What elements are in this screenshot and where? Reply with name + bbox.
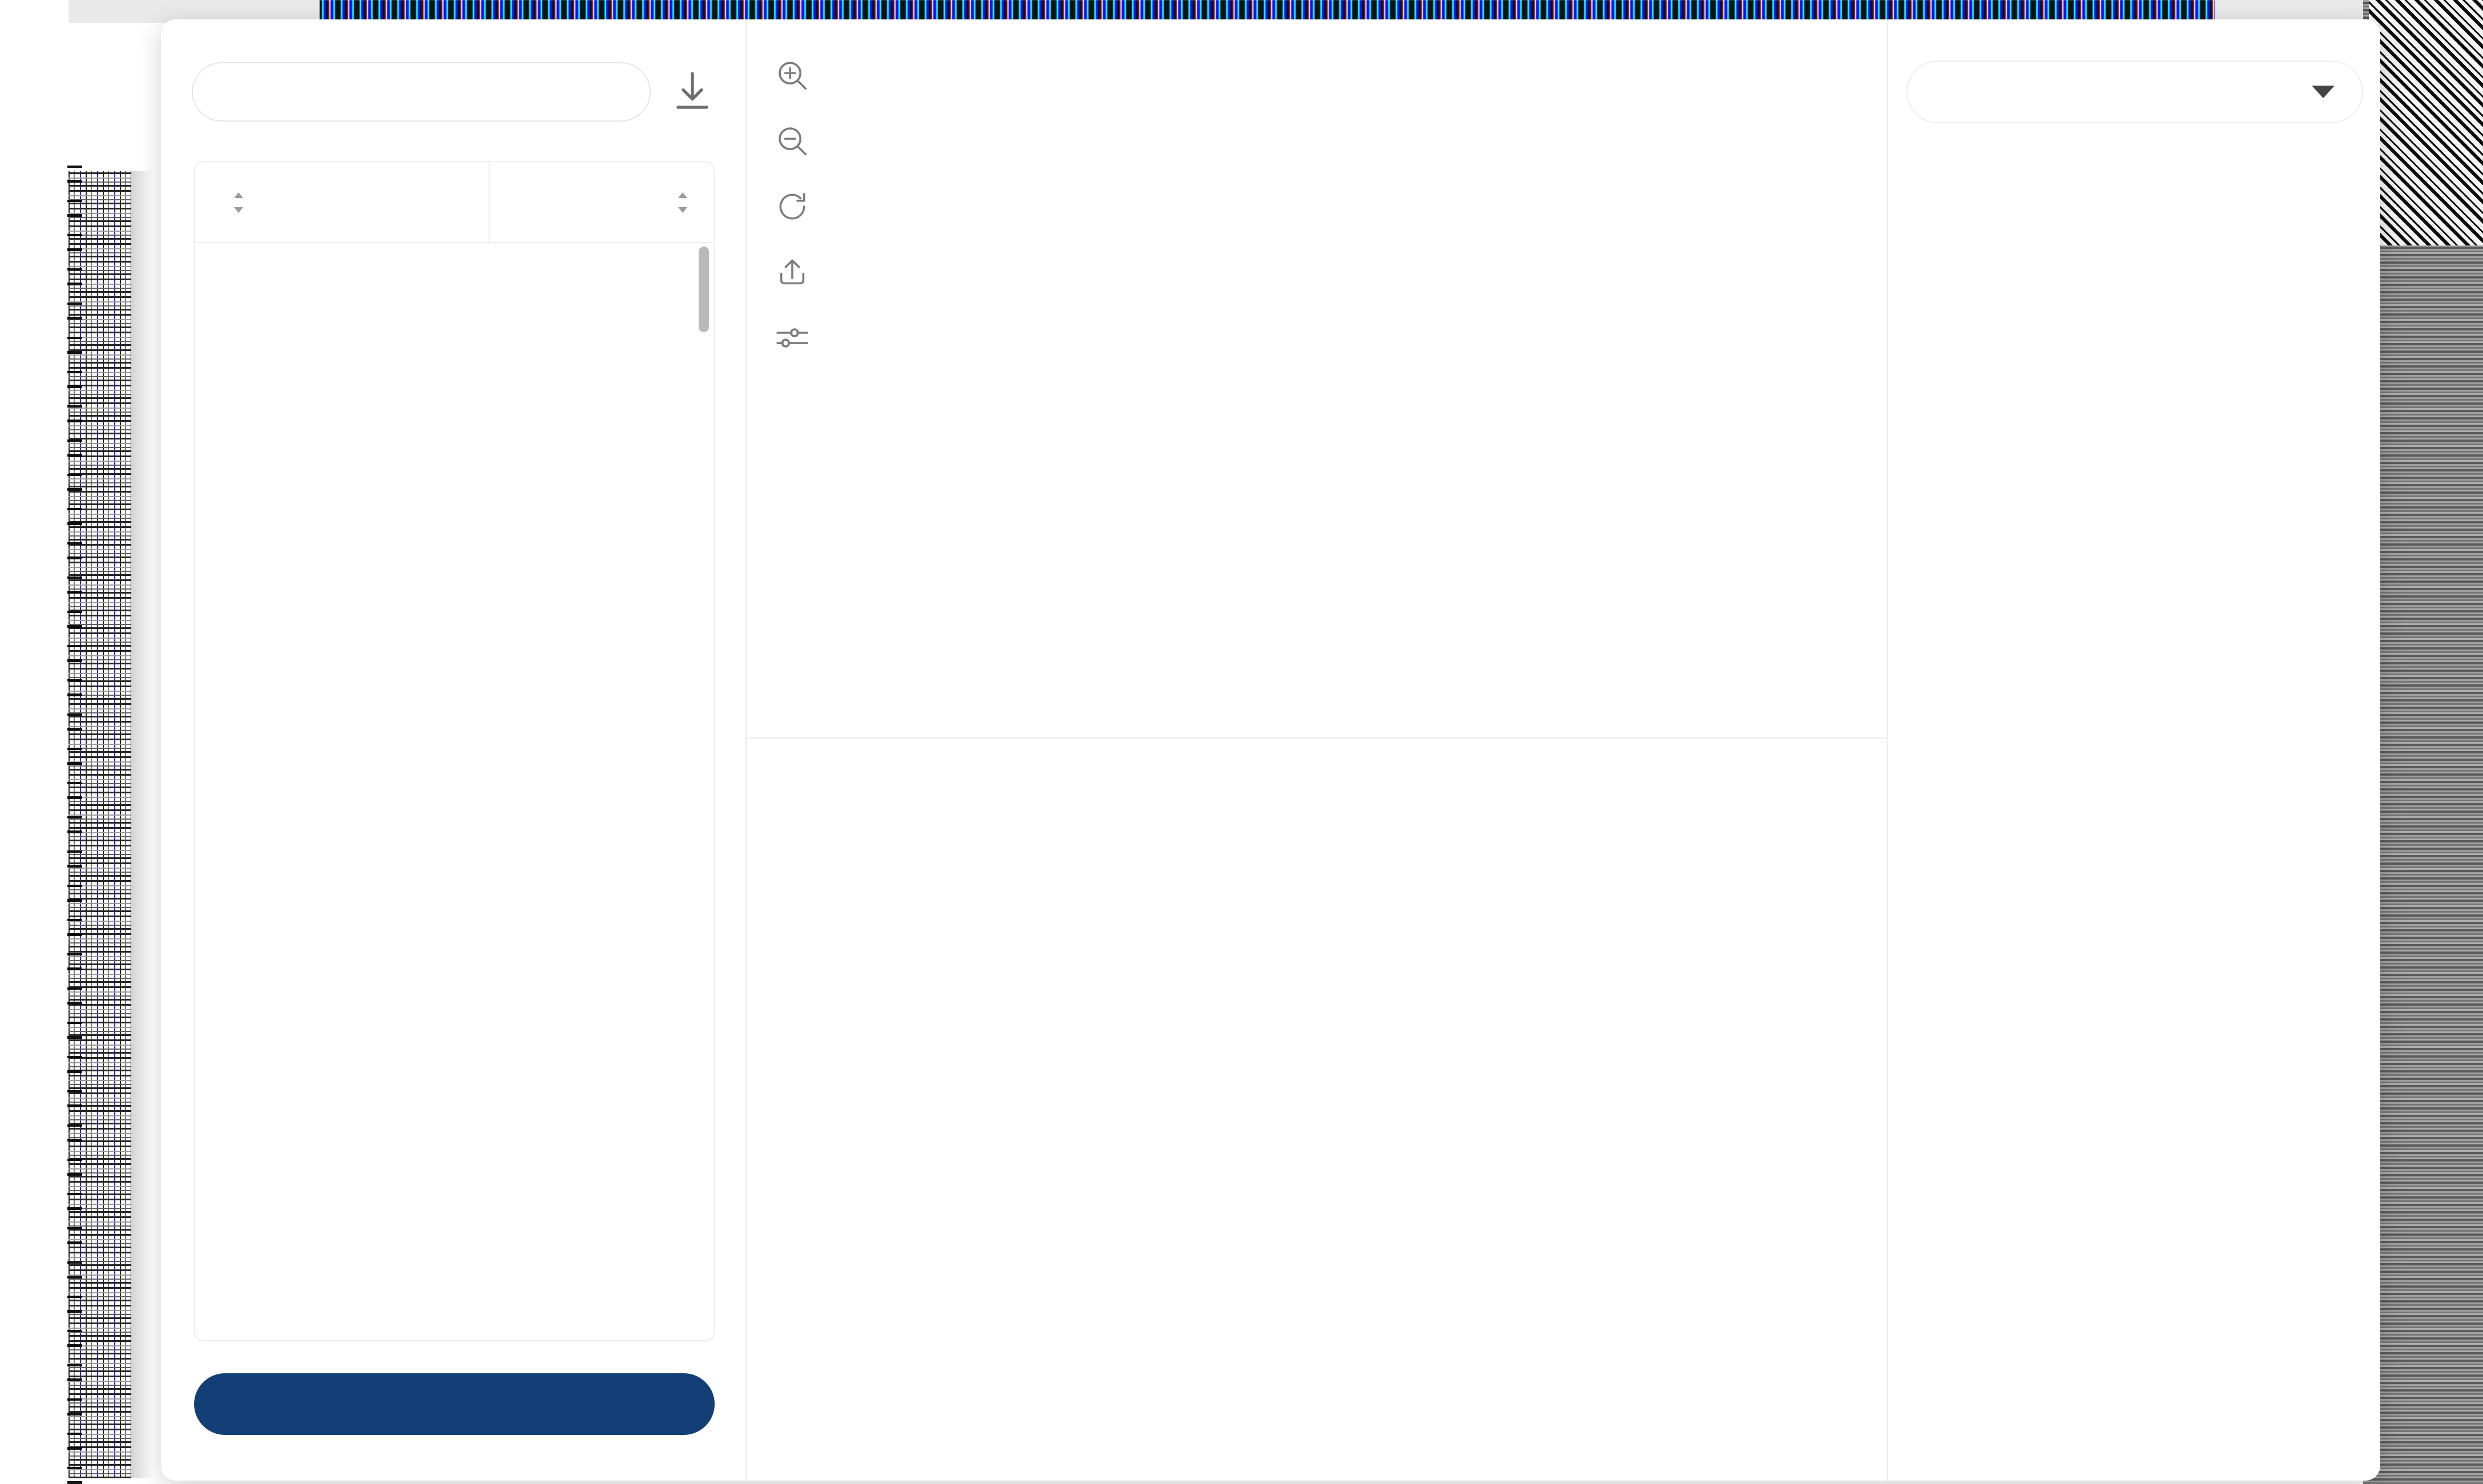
column-header-fdr[interactable] [490, 162, 714, 242]
page-gutter [0, 0, 68, 1484]
zoom-out-icon[interactable] [758, 108, 827, 174]
scrollbar-thumb[interactable] [699, 247, 709, 332]
download-icon[interactable] [668, 67, 717, 116]
trajectory-scatter[interactable] [832, 19, 1888, 739]
trajectory-plot-card [747, 19, 1888, 739]
export-icon[interactable] [758, 239, 827, 305]
scan-artifact-right [2363, 0, 2483, 1484]
gene-table [194, 161, 715, 1341]
sort-arrows-icon[interactable] [233, 192, 244, 213]
scan-artifact-left-edge [67, 160, 82, 1484]
card-shadow-left [130, 171, 153, 1478]
search-row [192, 61, 717, 123]
reset-icon[interactable] [758, 174, 827, 239]
chevron-down-icon[interactable] [2312, 86, 2335, 98]
interactive-heatmap-button[interactable] [194, 1373, 715, 1435]
column-header-gene[interactable] [195, 162, 490, 242]
gene-panel [161, 19, 745, 1481]
center-panel [745, 19, 1888, 1481]
scan-artifact-left [68, 171, 131, 1478]
search-input[interactable] [192, 62, 651, 122]
plot-toolbar [758, 42, 827, 370]
gene-table-body[interactable] [195, 243, 714, 1340]
color-legend-panel [1888, 19, 2380, 1481]
app-window [161, 19, 2380, 1481]
pseudotime-density-and-boxplot [1888, 179, 2380, 647]
zoom-in-icon[interactable] [758, 42, 827, 108]
cell-state-scatter[interactable] [747, 740, 1888, 1442]
gene-table-header [195, 162, 714, 243]
scan-artifact-right-top [2369, 0, 2483, 245]
sort-arrows-icon[interactable] [677, 192, 688, 213]
color-by-select[interactable] [1906, 61, 2363, 123]
settings-icon[interactable] [758, 305, 827, 370]
cell-state-plot-card [747, 740, 1888, 1481]
gene-table-scrollbar[interactable] [699, 247, 709, 1337]
